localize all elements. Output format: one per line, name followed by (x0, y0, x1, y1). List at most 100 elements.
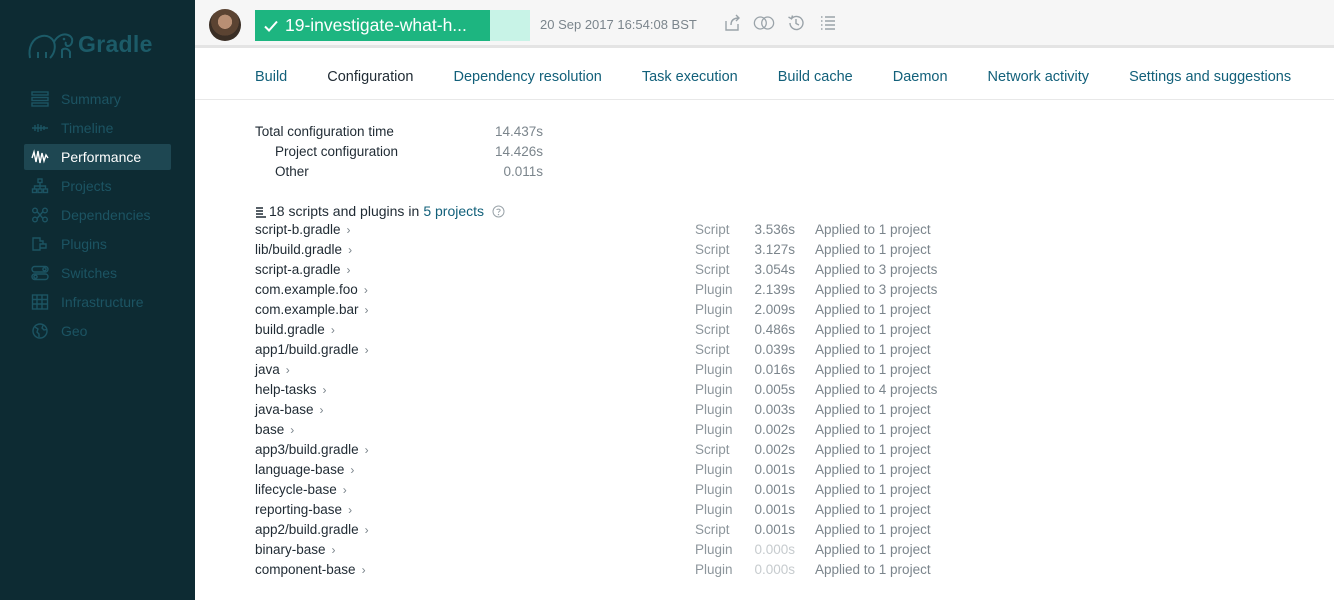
sidebar-item-infrastructure[interactable]: Infrastructure (24, 289, 171, 315)
sidebar-item-label: Plugins (61, 236, 107, 252)
table-row: java › Plugin 0.016s Applied to 1 project (255, 361, 955, 381)
brand[interactable]: Gradle (24, 22, 153, 66)
script-applied-to: Applied to 3 projects (815, 282, 938, 297)
script-applied-to: Applied to 3 projects (815, 262, 938, 277)
script-name-link[interactable]: com.example.foo › (255, 282, 368, 297)
sidebar-item-label: Geo (61, 323, 88, 339)
script-name: app1/build.gradle (255, 342, 359, 357)
sidebar-item-label: Summary (61, 91, 121, 107)
script-applied-to: Applied to 1 project (815, 322, 931, 337)
script-name-link[interactable]: app3/build.gradle › (255, 442, 369, 457)
sidebar-item-dependencies[interactable]: Dependencies (24, 202, 171, 228)
script-kind: Plugin (695, 302, 733, 317)
script-duration: 0.001s (754, 482, 795, 497)
script-name-link[interactable]: script-b.gradle › (255, 222, 351, 237)
configuration-summary: Total configuration time 14.437s Project… (255, 121, 543, 181)
script-kind: Plugin (695, 422, 733, 437)
sidebar-item-performance[interactable]: Performance (24, 144, 171, 170)
plugins-icon (30, 235, 50, 253)
gradle-elephant-logo-icon (24, 24, 76, 64)
tab-build[interactable]: Build (255, 58, 287, 98)
check-icon (263, 18, 279, 34)
script-name-link[interactable]: app1/build.gradle › (255, 342, 369, 357)
script-applied-to: Applied to 1 project (815, 542, 931, 557)
script-duration: 0.003s (754, 402, 795, 417)
script-applied-to: Applied to 1 project (815, 502, 931, 517)
script-name-link[interactable]: build.gradle › (255, 322, 335, 337)
script-kind: Script (695, 262, 730, 277)
infrastructure-icon (30, 293, 50, 311)
script-applied-to: Applied to 1 project (815, 482, 931, 497)
script-name-link[interactable]: java-base › (255, 402, 324, 417)
script-name-link[interactable]: lifecycle-base › (255, 482, 347, 497)
app-name: Gradle (78, 30, 153, 57)
summary-icon (30, 90, 50, 108)
chevron-right-icon: › (285, 363, 290, 377)
script-kind: Script (695, 442, 730, 457)
script-applied-to: Applied to 4 projects (815, 382, 938, 397)
summary-row-other: Other 0.011s (255, 161, 543, 181)
script-name: build.gradle (255, 322, 325, 337)
table-row: app3/build.gradle › Script 0.002s Applied to… (255, 441, 955, 461)
table-row: script-b.gradle › Script 3.536s Applied to 1… (255, 221, 955, 241)
script-name-link[interactable]: reporting-base › (255, 502, 352, 517)
sidebar-item-projects[interactable]: Projects (24, 173, 171, 199)
tab-dependency-resolution[interactable]: Dependency resolution (454, 58, 602, 98)
chevron-right-icon: › (331, 543, 336, 557)
summary-label: Total configuration time (255, 123, 394, 139)
tab-daemon[interactable]: Daemon (893, 58, 948, 98)
share-icon[interactable] (721, 12, 743, 34)
chevron-right-icon: › (364, 443, 369, 457)
summary-value: 0.011s (503, 163, 543, 179)
compare-icon[interactable] (753, 12, 775, 34)
help-icon[interactable] (492, 205, 505, 218)
script-name-link[interactable]: java › (255, 362, 290, 377)
script-duration: 0.000s (754, 562, 795, 577)
build-outcome-pill[interactable]: 19-investigate-what-h... (255, 10, 530, 41)
tab-network-activity[interactable]: Network activity (988, 58, 1090, 98)
script-name-link[interactable]: script-a.gradle › (255, 262, 351, 277)
script-name-link[interactable]: lib/build.gradle › (255, 242, 352, 257)
sidebar-item-geo[interactable]: Geo (24, 318, 171, 344)
scripts-heading: 18 scripts and plugins in 5 projects (255, 201, 505, 221)
script-name-link[interactable]: com.example.bar › (255, 302, 369, 317)
sidebar-item-label: Projects (61, 178, 112, 194)
tab-configuration[interactable]: Configuration (327, 58, 413, 98)
tab-task-execution[interactable]: Task execution (642, 58, 738, 98)
sidebar-item-label: Infrastructure (61, 294, 144, 310)
avatar[interactable] (209, 9, 241, 41)
script-kind: Script (695, 322, 730, 337)
tab-build-cache[interactable]: Build cache (778, 58, 853, 98)
script-duration: 2.139s (754, 282, 795, 297)
sidebar-item-summary[interactable]: Summary (24, 86, 171, 112)
projects-link[interactable]: 5 projects (423, 203, 484, 219)
script-name-link[interactable]: base › (255, 422, 294, 437)
tab-settings-and-suggestions[interactable]: Settings and suggestions (1129, 58, 1291, 98)
chevron-right-icon: › (361, 563, 366, 577)
script-name-link[interactable]: component-base › (255, 562, 366, 577)
table-row: binary-base › Plugin 0.000s Applied to 1 pro… (255, 541, 955, 561)
script-applied-to: Applied to 1 project (815, 242, 931, 257)
sidebar-item-plugins[interactable]: Plugins (24, 231, 171, 257)
summary-row-total: Total configuration time 14.437s (255, 121, 543, 141)
script-kind: Script (695, 522, 730, 537)
script-name-link[interactable]: binary-base › (255, 542, 336, 557)
script-name: lib/build.gradle (255, 242, 343, 257)
script-name-link[interactable]: language-base › (255, 462, 354, 477)
build-outcome-success: 19-investigate-what-h... (255, 10, 490, 41)
sidebar-item-timeline[interactable]: Timeline (24, 115, 171, 141)
history-icon[interactable] (785, 12, 807, 34)
sidebar-item-switches[interactable]: Switches (24, 260, 171, 286)
script-kind: Plugin (695, 402, 733, 417)
sort-list-icon[interactable] (255, 205, 267, 218)
script-name: component-base (255, 562, 356, 577)
script-name-link[interactable]: help-tasks › (255, 382, 327, 397)
script-name-link[interactable]: app2/build.gradle › (255, 522, 369, 537)
table-row: app1/build.gradle › Script 0.039s Applied to… (255, 341, 955, 361)
script-duration: 3.054s (754, 262, 795, 277)
script-name: java-base (255, 402, 314, 417)
list-icon[interactable] (817, 12, 839, 34)
script-kind: Plugin (695, 562, 733, 577)
performance-icon (30, 148, 50, 166)
script-duration: 3.536s (754, 222, 795, 237)
